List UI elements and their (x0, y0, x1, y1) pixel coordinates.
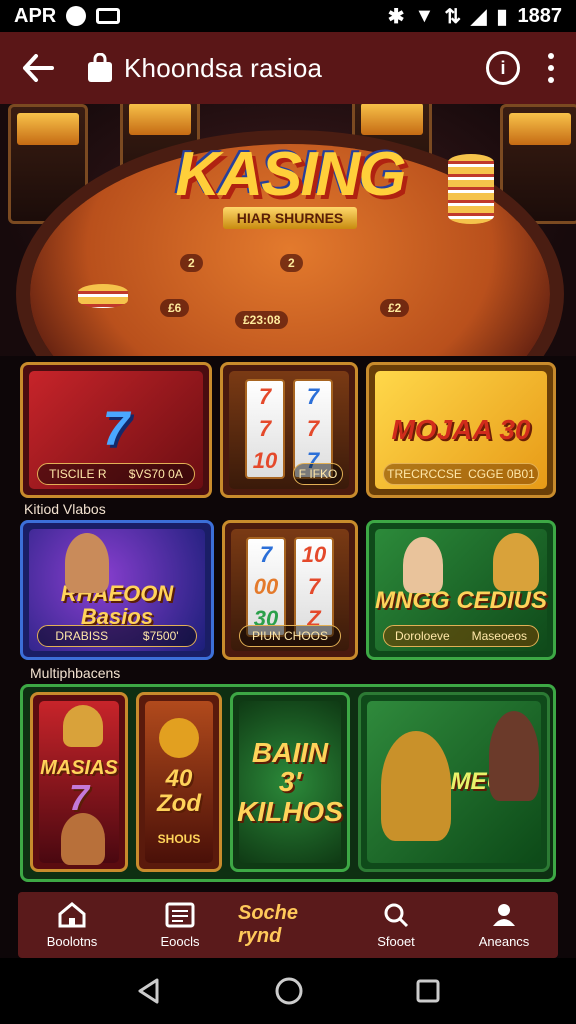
table-label: 2 (280, 254, 303, 272)
character-image (489, 711, 539, 801)
search-icon (384, 903, 409, 927)
system-navigation-bar (0, 958, 576, 1024)
caption-left: TISCILE R (49, 467, 107, 481)
character-image (65, 533, 109, 593)
reel: 10 7 Z (294, 537, 334, 637)
nav-item-list[interactable]: Eoocls (130, 902, 230, 949)
casino-logo: KASING HIAR SHURNES (170, 139, 410, 229)
game-tile[interactable]: MEUCS (358, 692, 550, 872)
hero-banner[interactable]: 2 2 £6 £2 £23:08 KASING HIAR SHURNES (0, 104, 576, 356)
game-tile[interactable]: RHAEOON Basios DRABISS $7500' (20, 520, 214, 660)
game-title: RHAEOON Basios (60, 580, 174, 629)
game-title: 40 Zod (157, 764, 201, 817)
caption-right: CGGE 0B01 (468, 467, 535, 481)
game-title: MASIAS (40, 756, 118, 779)
game-caption: DRABISS $7500' (37, 625, 197, 647)
game-title: BAIIN 3' KILHOS (237, 736, 343, 827)
signal-icon: ◢ (471, 5, 487, 28)
app-title: Khoondsa rasioa (124, 52, 323, 83)
game-tile[interactable]: MOJAA 30 TRECRCCSE CGGE 0B01 (366, 362, 556, 498)
game-caption: TISCILE R $VS70 0A (37, 463, 195, 485)
table-label: £23:08 (235, 311, 289, 329)
data-icon: ⇅ (444, 5, 462, 28)
info-icon[interactable]: i (486, 51, 520, 85)
status-time: 1887 (517, 4, 563, 27)
bottom-navigation: Boolotns Eoocls Soche rynd Sfooet Aneanc… (18, 892, 558, 958)
list-icon (165, 902, 195, 927)
character-image (403, 537, 443, 593)
caption-left: Doroloeve (394, 629, 450, 643)
nav-label: Boolotns (46, 933, 98, 949)
shopping-bag-icon (88, 53, 112, 82)
nav-label: Eoocls (160, 933, 200, 949)
reel: 7 7 10 (245, 379, 285, 479)
slot-tile[interactable]: 7 7 10 7 7 7 F IFKO (220, 362, 358, 498)
slot-tile[interactable]: 7 00 30 10 7 Z PIUN CHOOS (222, 520, 358, 660)
game-tile[interactable]: BAIIN 3' KILHOS (230, 692, 350, 872)
game-tile[interactable]: 7 TISCILE R $VS70 0A (20, 362, 212, 498)
wifi-icon: ▼ (414, 4, 435, 27)
reel: 7 00 30 (246, 537, 286, 637)
nav-item-search[interactable]: Sfooet (346, 902, 446, 949)
character-image (63, 705, 103, 747)
coin-icon (159, 717, 199, 758)
nav-item-profile[interactable]: Aneancs (454, 902, 554, 949)
section-label: Multiphbacens (30, 665, 121, 681)
caption-left: DRABISS (55, 629, 109, 643)
battery-icon: ▮ (496, 5, 508, 28)
caption-left: TRECRCCSE (387, 467, 462, 481)
game-title: MOJAA 30 (391, 414, 531, 446)
user-icon (493, 903, 515, 926)
logo-subtitle: HIAR SHURNES (222, 207, 358, 229)
game-title: 7 (102, 402, 130, 456)
slot-machine-image (8, 104, 88, 224)
nav-item-home[interactable]: Boolotns (22, 901, 122, 949)
game-caption: Doroloeve Maseoeos (383, 625, 539, 647)
logo-text: KASING (175, 140, 406, 209)
home-nav-icon[interactable] (274, 976, 304, 1006)
slot-machine-image (500, 104, 576, 224)
game-caption: PIUN CHOOS (239, 625, 341, 647)
home-icon (58, 901, 86, 927)
game-title: MNGG CEDIUS (375, 587, 548, 615)
status-bar: APR ✱ ▼ ⇅ ◢ ▮ 1887 (0, 0, 576, 32)
table-label: £2 (380, 299, 410, 317)
app-bar: Khoondsa rasioa i (0, 32, 576, 104)
game-tile[interactable]: 40 Zod SHOUS (136, 692, 222, 872)
table-label: £6 (160, 299, 190, 317)
message-icon (96, 8, 121, 24)
chip-stack-image (448, 154, 494, 224)
nav-label: Sfooet (377, 933, 415, 949)
more-menu-icon[interactable] (546, 53, 556, 83)
game-symbol: 7 (68, 776, 90, 818)
game-caption: TRECRCCSE CGGE 0B01 (383, 463, 539, 485)
game-tile[interactable]: MNGG CEDIUS Doroloeve Maseoeos (366, 520, 556, 660)
recents-nav-icon[interactable] (415, 978, 441, 1004)
game-caption: F IFKO (293, 463, 343, 485)
caption-right: $VS70 0A (128, 467, 183, 481)
game-caption: SHOUS (157, 832, 201, 847)
back-nav-icon[interactable] (135, 977, 163, 1005)
bluetooth-icon: ✱ (387, 5, 405, 28)
caption-right: Maseoeos (471, 629, 527, 643)
chip-stack-image (78, 284, 128, 308)
special-label: Soche rynd (238, 902, 299, 947)
caption-right: $7500' (142, 629, 179, 643)
notification-icon (66, 6, 87, 26)
character-image (493, 533, 539, 591)
character-image (61, 813, 105, 865)
status-date: APR (14, 4, 57, 27)
game-tile[interactable]: MASIAS 7 (30, 692, 128, 872)
table-label: 2 (180, 254, 203, 272)
back-arrow-icon[interactable] (20, 50, 56, 86)
nav-label: Aneancs (478, 933, 530, 949)
section-label: Kitiod Vlabos (24, 501, 106, 517)
slot-reels: 7 00 30 10 7 Z (246, 537, 334, 637)
character-image (381, 731, 451, 841)
nav-item-special[interactable]: Soche rynd (238, 902, 338, 948)
